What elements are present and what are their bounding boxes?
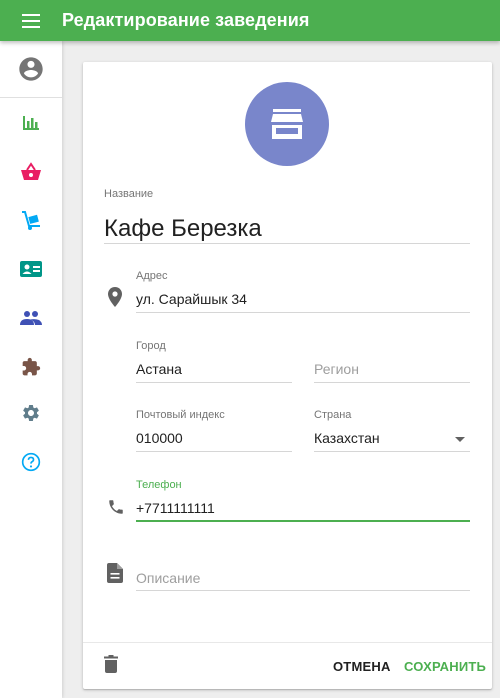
venue-avatar[interactable] — [245, 82, 329, 166]
delete-button[interactable] — [104, 655, 118, 678]
address-underline — [136, 312, 470, 313]
sidebar-item-stats[interactable] — [0, 103, 62, 143]
sidebar-item-users[interactable] — [0, 298, 62, 338]
address-row-icon — [103, 285, 127, 309]
bar-chart-icon — [23, 116, 39, 130]
basket-icon — [21, 162, 41, 180]
people-icon — [20, 311, 42, 325]
page-title: Редактирование заведения — [62, 10, 310, 30]
city-input[interactable]: Астана — [136, 361, 182, 377]
dropdown-arrow-icon[interactable] — [455, 437, 465, 442]
sidebar-item-integrations[interactable] — [0, 347, 62, 387]
edit-venue-card: Название Кафе Березка Адрес ул. Сарайшык… — [83, 62, 492, 689]
menu-button[interactable] — [0, 0, 62, 41]
name-input[interactable]: Кафе Березка — [104, 215, 262, 243]
phone-underline-focused — [136, 520, 470, 522]
description-input[interactable]: Описание — [136, 570, 200, 586]
sidebar-profile[interactable] — [0, 41, 62, 98]
sidebar-item-delivery[interactable] — [0, 201, 62, 241]
address-label: Адрес — [136, 270, 168, 282]
country-underline — [314, 451, 470, 452]
postal-input[interactable]: 010000 — [136, 430, 183, 446]
store-icon — [271, 109, 303, 139]
sidebar-item-orders[interactable] — [0, 152, 62, 192]
card-actions: ОТМЕНА СОХРАНИТЬ — [83, 642, 492, 689]
document-icon — [107, 563, 123, 583]
location-pin-icon — [108, 287, 122, 307]
sidebar-item-settings[interactable] — [0, 393, 62, 433]
gear-icon — [23, 405, 39, 421]
contact-card-icon — [20, 261, 42, 277]
menu-icon — [22, 13, 40, 28]
app-bar: Редактирование заведения — [0, 0, 500, 41]
description-row-icon — [103, 561, 127, 585]
save-button[interactable]: СОХРАНИТЬ — [404, 659, 486, 674]
sidebar — [0, 41, 62, 698]
region-underline — [314, 382, 470, 383]
city-underline — [136, 382, 292, 383]
region-input[interactable]: Регион — [314, 361, 359, 377]
help-icon — [21, 452, 41, 472]
name-underline — [104, 243, 470, 244]
phone-icon — [109, 500, 123, 514]
phone-label: Телефон — [136, 479, 182, 491]
description-underline — [136, 590, 470, 591]
phone-row-icon — [104, 495, 128, 519]
sidebar-item-help[interactable] — [0, 442, 62, 482]
phone-input[interactable]: +7711111111 — [136, 500, 215, 516]
address-input[interactable]: ул. Сарайшык 34 — [136, 291, 247, 307]
postal-underline — [136, 451, 292, 452]
country-select[interactable]: Казахстан — [314, 430, 470, 450]
trash-icon — [104, 655, 118, 673]
city-label: Город — [136, 340, 166, 352]
country-label: Страна — [314, 409, 352, 421]
dolly-icon — [22, 211, 40, 230]
account-circle-icon — [19, 57, 43, 81]
cancel-button[interactable]: ОТМЕНА — [333, 659, 391, 674]
puzzle-icon — [22, 357, 41, 376]
postal-label: Почтовый индекс — [136, 409, 225, 421]
name-label: Название — [104, 188, 154, 200]
sidebar-item-contacts[interactable] — [0, 249, 62, 289]
